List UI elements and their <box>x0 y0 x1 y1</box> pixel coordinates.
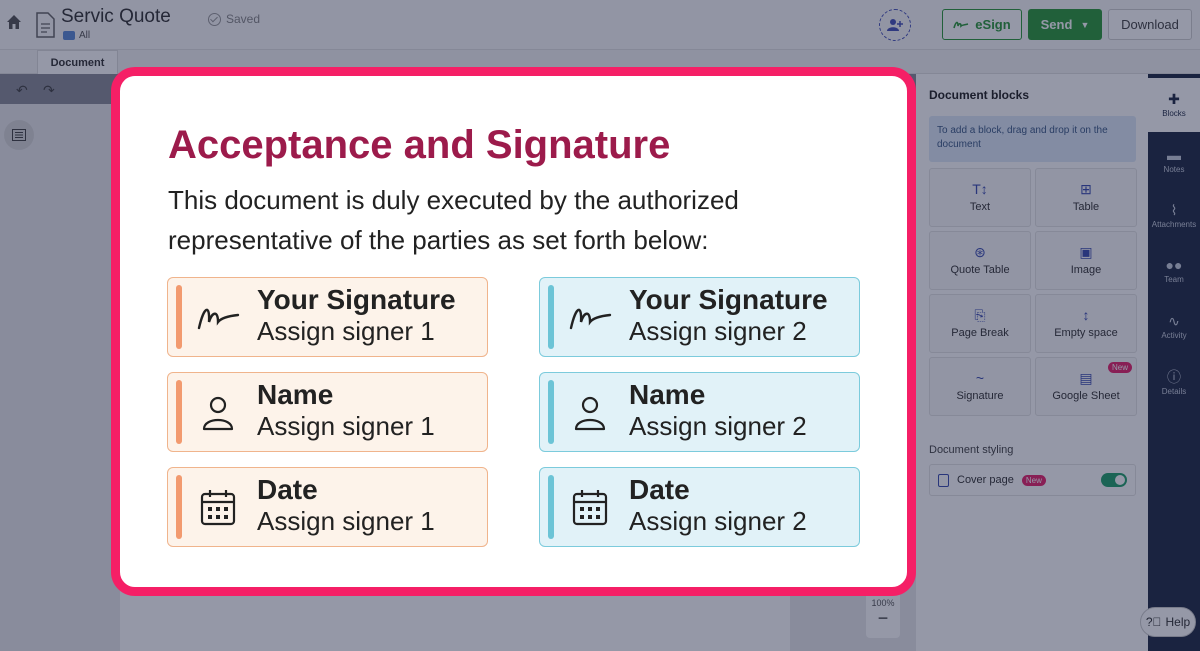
signature-modal: Acceptance and Signature This document i… <box>111 67 916 596</box>
signer2-signature-field[interactable]: Your Signature Assign signer 2 <box>539 277 860 357</box>
signer1-date-field[interactable]: Date Assign signer 1 <box>167 467 488 547</box>
person-icon <box>202 396 234 431</box>
card-accent-bar <box>176 380 182 444</box>
signature-icon <box>197 308 240 330</box>
signer2-date-field[interactable]: Date Assign signer 2 <box>539 467 860 547</box>
card-subtitle: Assign signer 1 <box>257 411 435 441</box>
card-accent-bar <box>548 475 554 539</box>
card-accent-bar <box>176 475 182 539</box>
card-accent-bar <box>176 285 182 349</box>
card-title: Date <box>629 474 690 505</box>
card-subtitle: Assign signer 1 <box>257 316 435 346</box>
calendar-icon <box>572 490 608 526</box>
card-title: Your Signature <box>629 284 828 315</box>
card-subtitle: Assign signer 2 <box>629 411 807 441</box>
card-subtitle: Assign signer 2 <box>629 506 807 536</box>
card-subtitle: Assign signer 1 <box>257 506 435 536</box>
card-title: Date <box>257 474 318 505</box>
card-subtitle: Assign signer 2 <box>629 316 807 346</box>
card-title: Name <box>629 379 706 410</box>
signer1-signature-field[interactable]: Your Signature Assign signer 1 <box>167 277 488 357</box>
signer2-name-field[interactable]: Name Assign signer 2 <box>539 372 860 452</box>
card-title: Name <box>257 379 334 410</box>
calendar-icon <box>200 490 236 526</box>
modal-title: Acceptance and Signature <box>168 123 671 167</box>
card-accent-bar <box>548 380 554 444</box>
signature-icon <box>569 308 612 330</box>
card-title: Your Signature <box>257 284 456 315</box>
card-accent-bar <box>548 285 554 349</box>
modal-description: This document is duly executed by the au… <box>168 185 739 255</box>
signer1-name-field[interactable]: Name Assign signer 1 <box>167 372 488 452</box>
person-icon <box>574 396 606 431</box>
